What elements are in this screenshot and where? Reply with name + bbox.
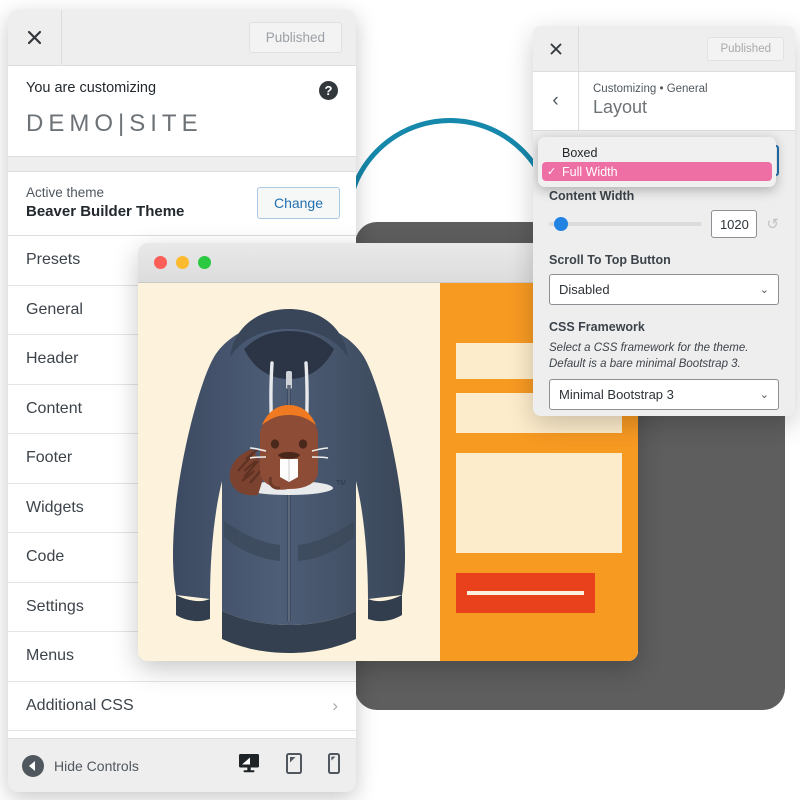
chevron-right-icon: › [332, 695, 338, 715]
dropdown-option-full-width[interactable]: ✓ Full Width [542, 162, 772, 181]
css-framework-value: Minimal Bootstrap 3 [559, 387, 674, 403]
check-icon: ✓ [547, 166, 557, 178]
chevron-down-icon: ⌄ [759, 389, 769, 402]
active-theme-panel: Active theme Beaver Builder Theme Change [8, 171, 356, 236]
sidebar-item-label: Code [26, 548, 65, 566]
customizer-footer: Hide Controls [8, 738, 356, 792]
site-name: DEMO|SITE [26, 110, 203, 137]
breadcrumb: Customizing • General [593, 83, 708, 95]
hide-controls-label: Hide Controls [54, 757, 139, 774]
desktop-preview-icon[interactable] [238, 753, 260, 778]
screenshot-stage: Published You are customizing ? DEMO|SIT… [0, 0, 800, 800]
scroll-to-top-value: Disabled [559, 282, 610, 297]
sidebar-item-label: Widgets [26, 498, 84, 516]
cta-label-placeholder [467, 591, 585, 595]
section-gap [8, 157, 356, 171]
published-button[interactable]: Published [248, 22, 342, 53]
page-title: Layout [593, 97, 648, 117]
sidebar-item-label: General [26, 300, 83, 318]
panel-topbar: Published [533, 26, 795, 72]
dropdown-option-label: Full Width [562, 164, 618, 179]
minimize-yellow-dot[interactable] [176, 256, 189, 269]
css-framework-field: CSS Framework Select a CSS framework for… [549, 320, 779, 411]
panel-header: ‹ Customizing • General Layout [533, 72, 795, 131]
sidebar-item-label: Footer [26, 449, 73, 467]
layout-settings-panel: Published ‹ Customizing • General Layout… [533, 26, 795, 416]
active-theme-label: Active theme [26, 185, 105, 200]
navy-zip-hoodie-with-beaver-logo: TM [173, 309, 405, 653]
sidebar-item-additional-css[interactable]: Additional CSS › [8, 681, 356, 731]
chevron-down-icon: ⌄ [759, 284, 769, 296]
sidebar-item-label: Menus [26, 647, 75, 665]
customizer-topbar: Published [8, 10, 356, 66]
css-framework-description: Select a CSS framework for the theme. De… [549, 342, 749, 370]
reset-icon[interactable]: ↺ [766, 215, 779, 233]
dropdown-option-label: Boxed [562, 145, 598, 160]
content-width-slider[interactable] [549, 217, 703, 231]
slider-knob[interactable] [554, 217, 568, 231]
content-width-label: Content Width [549, 189, 635, 203]
close-icon[interactable] [8, 10, 62, 65]
back-chevron-icon[interactable]: ‹ [533, 72, 579, 130]
active-theme-name: Beaver Builder Theme [26, 203, 185, 220]
published-button[interactable]: Published [707, 36, 784, 61]
svg-text:TM: TM [336, 480, 346, 487]
mobile-preview-icon[interactable] [328, 752, 340, 779]
scroll-to-top-label: Scroll To Top Button [549, 253, 671, 267]
device-preview-switcher [238, 752, 340, 779]
sidebar-item-label: Header [26, 350, 79, 368]
close-red-dot[interactable] [154, 256, 167, 269]
maximize-green-dot[interactable] [198, 256, 211, 269]
slider-track [549, 222, 703, 226]
content-placeholder-block [456, 453, 622, 553]
css-framework-label: CSS Framework [549, 320, 645, 334]
help-icon[interactable]: ? [319, 81, 338, 100]
content-width-field: Content Width 1020 ↺ [549, 189, 779, 238]
sidebar-item-label: Presets [26, 251, 81, 269]
dropdown-option-boxed[interactable]: Boxed [542, 143, 772, 162]
tablet-preview-icon[interactable] [286, 752, 302, 779]
collapse-arrow-icon [22, 754, 44, 777]
sidebar-item-label: Content [26, 399, 83, 417]
sidebar-item-label: Settings [26, 597, 84, 615]
scroll-to-top-select[interactable]: Disabled ⌄ [549, 274, 779, 305]
content-width-value[interactable]: 1020 [711, 210, 758, 238]
panel-topbar-spacer [579, 26, 707, 71]
scroll-to-top-field: Scroll To Top Button Disabled ⌄ [549, 253, 779, 305]
css-framework-select[interactable]: Minimal Bootstrap 3 ⌄ [549, 379, 779, 411]
hide-controls-button[interactable]: Hide Controls [22, 754, 139, 777]
panel-body: Boxed ✓ Full Width Content Width 1020 ↺ [533, 131, 795, 416]
layout-dropdown-list: Boxed ✓ Full Width [538, 137, 776, 187]
product-image-area: TM [138, 283, 440, 661]
sidebar-item-label: Additional CSS [26, 696, 134, 714]
close-icon[interactable] [533, 26, 579, 71]
add-to-cart-button[interactable] [456, 573, 596, 613]
change-theme-button[interactable]: Change [256, 186, 340, 219]
customizing-info-panel: You are customizing ? DEMO|SITE [8, 66, 356, 157]
customizing-label: You are customizing [26, 80, 157, 96]
